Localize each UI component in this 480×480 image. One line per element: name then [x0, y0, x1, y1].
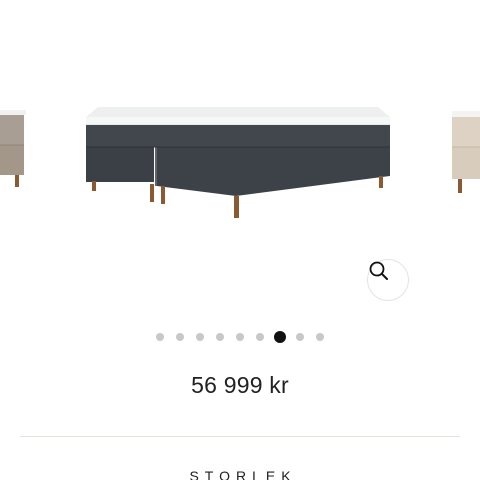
carousel-dot[interactable]	[236, 333, 244, 341]
carousel-dot[interactable]	[176, 333, 184, 341]
carousel-dot[interactable]	[156, 333, 164, 341]
carousel-dot[interactable]	[196, 333, 204, 341]
carousel-dot-active[interactable]	[274, 331, 286, 343]
product-price: 56 999 kr	[191, 372, 289, 398]
previous-slide-bed-image[interactable]	[0, 110, 26, 187]
carousel-dot[interactable]	[256, 333, 264, 341]
carousel-pagination	[0, 330, 480, 344]
carousel-dot[interactable]	[316, 333, 324, 341]
carousel-dot[interactable]	[296, 333, 304, 341]
divider	[20, 436, 460, 437]
carousel-images	[0, 107, 480, 218]
next-slide-bed-image[interactable]	[452, 111, 480, 193]
main-bed-image	[86, 107, 390, 218]
zoom-button[interactable]	[367, 259, 409, 301]
product-page: 56 999 kr STORLEK	[0, 0, 480, 480]
size-section-heading: STORLEK	[189, 468, 297, 480]
product-image-carousel[interactable]	[0, 0, 480, 320]
carousel-dot[interactable]	[216, 333, 224, 341]
magnifier-icon	[369, 261, 388, 280]
